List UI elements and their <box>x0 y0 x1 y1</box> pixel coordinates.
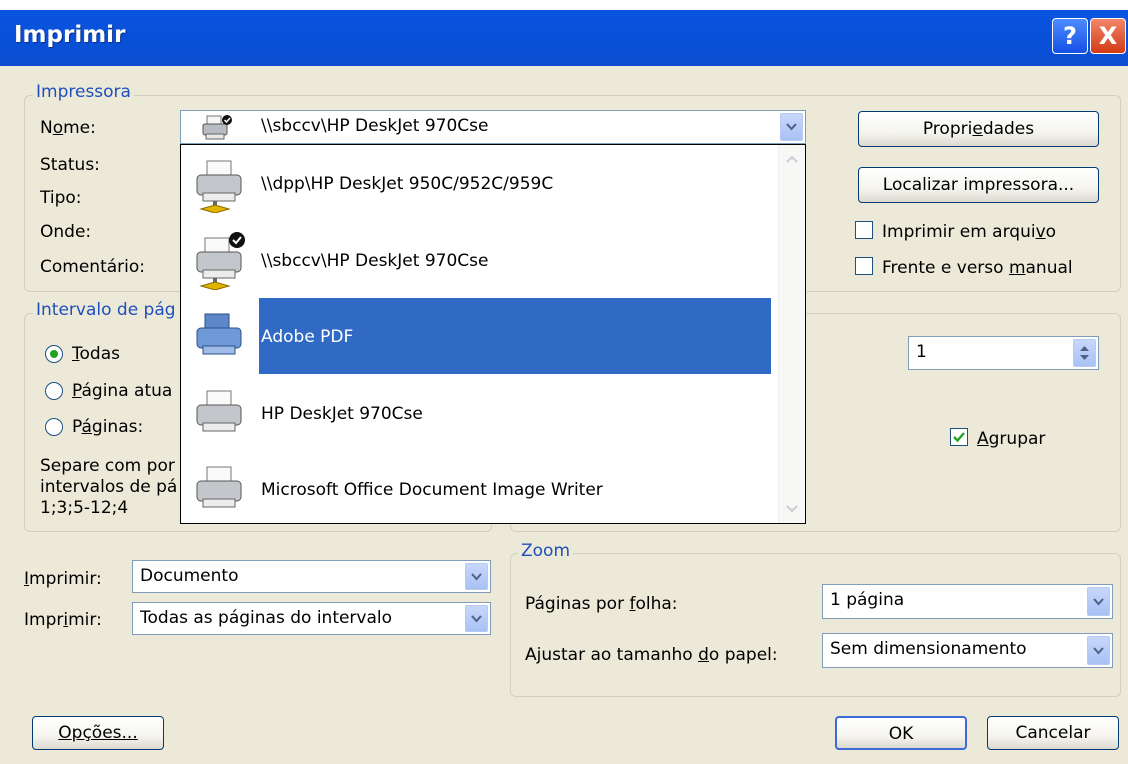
printer-icon <box>196 466 242 508</box>
print-to-file-checkbox[interactable] <box>855 221 873 239</box>
collate-label[interactable]: Agrupar <box>977 429 1045 449</box>
chevron-down-icon <box>1093 646 1104 654</box>
properties-button[interactable]: Propriedades <box>858 111 1099 147</box>
checkmark-icon <box>953 432 965 443</box>
scroll-down-icon <box>786 505 798 513</box>
pages-per-sheet-select[interactable]: 1 página <box>822 584 1113 619</box>
print-to-file-label[interactable]: Imprimir em arquivo <box>882 222 1056 242</box>
selected-printer-text: \\sbccv\HP DeskJet 970Cse <box>261 116 489 136</box>
zoom-group <box>510 553 1121 697</box>
window-title: Imprimir <box>14 22 126 48</box>
network-printer-icon <box>196 160 242 213</box>
current-page-radio[interactable] <box>45 382 63 400</box>
pages-label[interactable]: Páginas: <box>72 417 143 437</box>
printer-option-label: HP DeskJet 970Cse <box>261 404 423 424</box>
printer-option[interactable]: Microsoft Office Document Image Writer <box>181 451 779 528</box>
pdf-printer-icon <box>196 313 242 355</box>
chevron-down-icon <box>471 572 482 580</box>
options-button[interactable]: Opções... <box>32 716 164 750</box>
close-icon: X <box>1098 22 1118 50</box>
status-label: Status: <box>40 155 100 175</box>
printer-name-combo[interactable]: \\sbccv\HP DeskJet 970Cse <box>180 110 806 144</box>
default-network-printer-icon <box>196 232 245 290</box>
find-printer-button[interactable]: Localizar impressora... <box>858 167 1099 203</box>
pages-per-sheet-value: 1 página <box>830 590 905 610</box>
current-page-label[interactable]: Página atua <box>72 381 172 401</box>
top-strip <box>0 0 1128 10</box>
help-button[interactable]: ? <box>1052 18 1088 54</box>
spin-arrows-icon <box>1080 346 1089 360</box>
scale-to-paper-value: Sem dimensionamento <box>830 639 1027 659</box>
printer-dropdown-button[interactable] <box>780 113 803 141</box>
scale-to-paper-label: Ajustar ao tamanho do papel: <box>525 645 778 665</box>
pages-per-sheet-label: Páginas por folha: <box>525 594 678 614</box>
chevron-down-icon <box>786 123 797 131</box>
printer-group-legend: Impressora <box>33 82 134 102</box>
printer-option-label: \\sbccv\HP DeskJet 970Cse <box>261 251 489 271</box>
comment-label: Comentário: <box>40 257 145 277</box>
zoom-legend: Zoom <box>518 541 574 561</box>
range-hint-line-2: intervalos de pá <box>40 477 178 497</box>
where-label: Onde: <box>40 222 92 242</box>
print-pages-dropdown-button[interactable] <box>465 605 488 632</box>
range-hint-line-1: Separe com por <box>40 456 175 476</box>
printer-option-label: \\dpp\HP DeskJet 950C/952C/959C <box>261 174 554 194</box>
print-what-select[interactable]: Documento <box>132 560 491 593</box>
manual-duplex-label[interactable]: Frente e verso manual <box>882 258 1073 278</box>
title-bar[interactable]: Imprimir ? X <box>0 0 1128 66</box>
chevron-down-icon <box>471 614 482 622</box>
all-pages-label[interactable]: Todas <box>72 344 120 364</box>
type-label: Tipo: <box>40 188 82 208</box>
print-what-label: Imprimir: <box>24 569 102 589</box>
print-pages-label: Imprimir: <box>24 610 102 630</box>
printer-option-selected[interactable]: Adobe PDF <box>181 298 779 375</box>
ok-button[interactable]: OK <box>835 716 967 750</box>
pages-per-sheet-dropdown-button[interactable] <box>1087 587 1110 616</box>
name-label: Nome: <box>40 118 96 138</box>
printer-option[interactable]: HP DeskJet 970Cse <box>181 375 779 452</box>
scroll-up-icon <box>786 155 798 163</box>
manual-duplex-checkbox[interactable] <box>855 257 873 275</box>
page-range-legend: Intervalo de pág <box>33 300 179 320</box>
printer-icon <box>196 390 242 432</box>
print-what-value: Documento <box>140 566 239 586</box>
print-what-dropdown-button[interactable] <box>465 563 488 590</box>
printer-option[interactable]: \\dpp\HP DeskJet 950C/952C/959C <box>181 145 779 222</box>
dropdown-scrollbar[interactable] <box>778 145 805 523</box>
cancel-button[interactable]: Cancelar <box>987 716 1119 750</box>
all-pages-radio[interactable] <box>45 345 63 363</box>
close-button[interactable]: X <box>1090 18 1126 54</box>
help-icon: ? <box>1063 22 1077 50</box>
collate-checkbox[interactable] <box>950 428 968 446</box>
copies-value: 1 <box>916 342 927 362</box>
default-network-printer-icon <box>202 115 232 140</box>
radio-dot <box>50 350 58 358</box>
scale-to-paper-dropdown-button[interactable] <box>1087 636 1110 665</box>
copies-spinner[interactable]: 1 <box>908 336 1099 370</box>
printer-option-label: Microsoft Office Document Image Writer <box>261 480 603 500</box>
printer-option-label: Adobe PDF <box>261 327 354 347</box>
copies-spin-buttons[interactable] <box>1073 339 1096 367</box>
printer-dropdown-list[interactable]: \\dpp\HP DeskJet 950C/952C/959C \\sbccv\… <box>180 144 806 524</box>
print-pages-value: Todas as páginas do intervalo <box>140 608 393 628</box>
printer-option[interactable]: \\sbccv\HP DeskJet 970Cse <box>181 222 779 299</box>
print-pages-select[interactable]: Todas as páginas do intervalo <box>132 602 491 635</box>
range-hint-line-3: 1;3;5-12;4 <box>40 498 129 518</box>
chevron-down-icon <box>1093 597 1104 605</box>
scale-to-paper-select[interactable]: Sem dimensionamento <box>822 633 1113 668</box>
pages-radio[interactable] <box>45 418 63 436</box>
